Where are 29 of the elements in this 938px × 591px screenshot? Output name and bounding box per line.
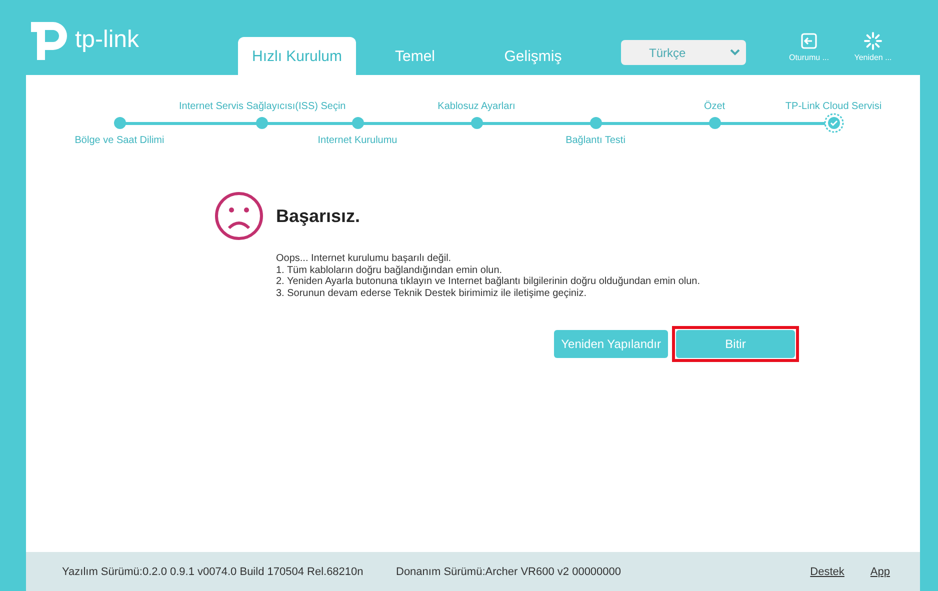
finish-button[interactable]: Bitir	[676, 330, 795, 358]
nav-tab[interactable]: Gelişmiş	[474, 37, 592, 75]
language-select[interactable]: Türkçe	[621, 40, 746, 65]
step-label: Internet Kurulumu	[318, 134, 398, 146]
footer-link[interactable]: Destek	[810, 566, 844, 578]
step-label: Özet	[704, 100, 726, 112]
logout-icon	[800, 32, 818, 50]
sad-face-icon	[214, 191, 264, 241]
nav-tab[interactable]: Hızlı Kurulum	[238, 37, 356, 75]
message-line: 2. Yeniden Ayarla butonuna tıklayın ve Internet bağlantı bilgilerinin doğru olduğundan emin olun.	[276, 276, 702, 288]
hardware-version: Donanım Sürümü:Archer VR600 v2 00000000	[396, 566, 622, 578]
header-action[interactable]: Oturumu ...	[780, 32, 838, 62]
step-label: TP-Link Cloud Servisi	[785, 100, 882, 112]
chevron-down-icon	[730, 49, 740, 56]
footer-link[interactable]: App	[870, 566, 890, 578]
nav-tab[interactable]: Temel	[356, 37, 474, 75]
header-action[interactable]: Yeniden ...	[844, 32, 902, 62]
step-label: Internet Servis Sağlayıcısı(ISS) Seçin	[179, 100, 346, 112]
result-title: Başarısız.	[276, 206, 360, 226]
message-line: Oops... Internet kurulumu başarılı değil.	[276, 253, 452, 264]
step-label: Kablosuz Ayarları	[438, 100, 516, 112]
software-version: Yazılım Sürümü:0.2.0 0.9.1 v0074.0 Build 170504 Rel.68210n	[62, 566, 364, 578]
logo-text: tp-link	[75, 26, 140, 54]
spinner-icon	[864, 32, 882, 50]
reconfigure-button[interactable]: Yeniden Yapılandır	[554, 330, 668, 358]
message-line: 1. Tüm kabloların doğru bağlandığından emin olun.	[276, 264, 504, 276]
message-line: 3. Sorunun devam ederse Teknik Destek birimimiz ile iletişime geçiniz.	[276, 288, 588, 299]
step-label: Bağlantı Testi	[566, 134, 626, 146]
step-label: Bölge ve Saat Dilimi	[74, 134, 164, 146]
